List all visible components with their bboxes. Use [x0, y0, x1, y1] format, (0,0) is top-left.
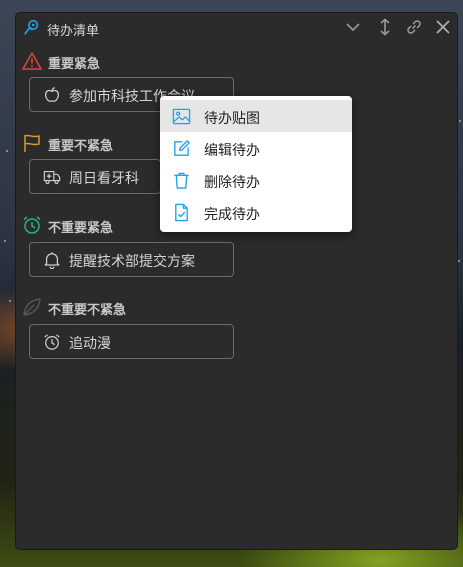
group-title: 重要紧急: [48, 57, 101, 72]
menu-item-label: 删除待办: [204, 175, 260, 191]
edit-icon: [174, 140, 190, 156]
menu-item-sticker[interactable]: 待办贴图: [160, 100, 352, 132]
group-title: 不重要不紧急: [48, 303, 127, 318]
image-icon: [172, 108, 191, 125]
todo-window: 待办清单 重要紧急 参加市科技工作会议 重要不紧急 周日看牙科 不重要紧急 提醒…: [16, 13, 457, 549]
flag-icon: [24, 134, 40, 152]
todo-app-icon: [24, 19, 39, 35]
task-label: 周日看牙科: [69, 171, 139, 187]
task-item[interactable]: 提醒技术部提交方案: [29, 242, 234, 277]
star: [458, 260, 460, 262]
menu-item-delete[interactable]: 删除待办: [160, 164, 352, 196]
warning-triangle-icon: [22, 52, 42, 70]
star: [4, 240, 6, 242]
leaf-icon: [23, 298, 41, 316]
group-title: 重要不紧急: [48, 139, 114, 154]
group-title: 不重要紧急: [48, 221, 114, 236]
context-menu: 待办贴图 编辑待办 删除待办 完成待办: [160, 96, 352, 232]
window-title: 待办清单: [47, 24, 100, 39]
title-bar[interactable]: 待办清单: [16, 13, 457, 41]
vertical-resize-icon[interactable]: [376, 18, 394, 36]
trash-icon: [174, 172, 189, 189]
menu-item-label: 编辑待办: [204, 143, 260, 159]
star: [459, 120, 461, 122]
alarm-clock-icon: [44, 334, 60, 350]
link-icon[interactable]: [405, 18, 423, 36]
star: [6, 150, 8, 152]
task-label: 追动漫: [69, 336, 111, 352]
menu-item-edit[interactable]: 编辑待办: [160, 132, 352, 164]
menu-item-label: 待办贴图: [204, 111, 260, 127]
chevron-down-icon[interactable]: [344, 18, 362, 36]
file-check-icon: [175, 203, 188, 222]
bell-icon: [44, 252, 60, 269]
task-label: 提醒技术部提交方案: [69, 254, 195, 270]
menu-item-complete[interactable]: 完成待办: [160, 196, 352, 228]
alarm-clock-icon: [23, 216, 41, 234]
task-item[interactable]: 追动漫: [29, 324, 234, 359]
menu-item-label: 完成待办: [204, 207, 260, 223]
ambulance-icon: [43, 171, 61, 185]
task-item[interactable]: 周日看牙科: [29, 159, 161, 194]
star: [9, 300, 11, 302]
apple-icon: [45, 87, 59, 102]
close-icon[interactable]: [434, 18, 452, 36]
